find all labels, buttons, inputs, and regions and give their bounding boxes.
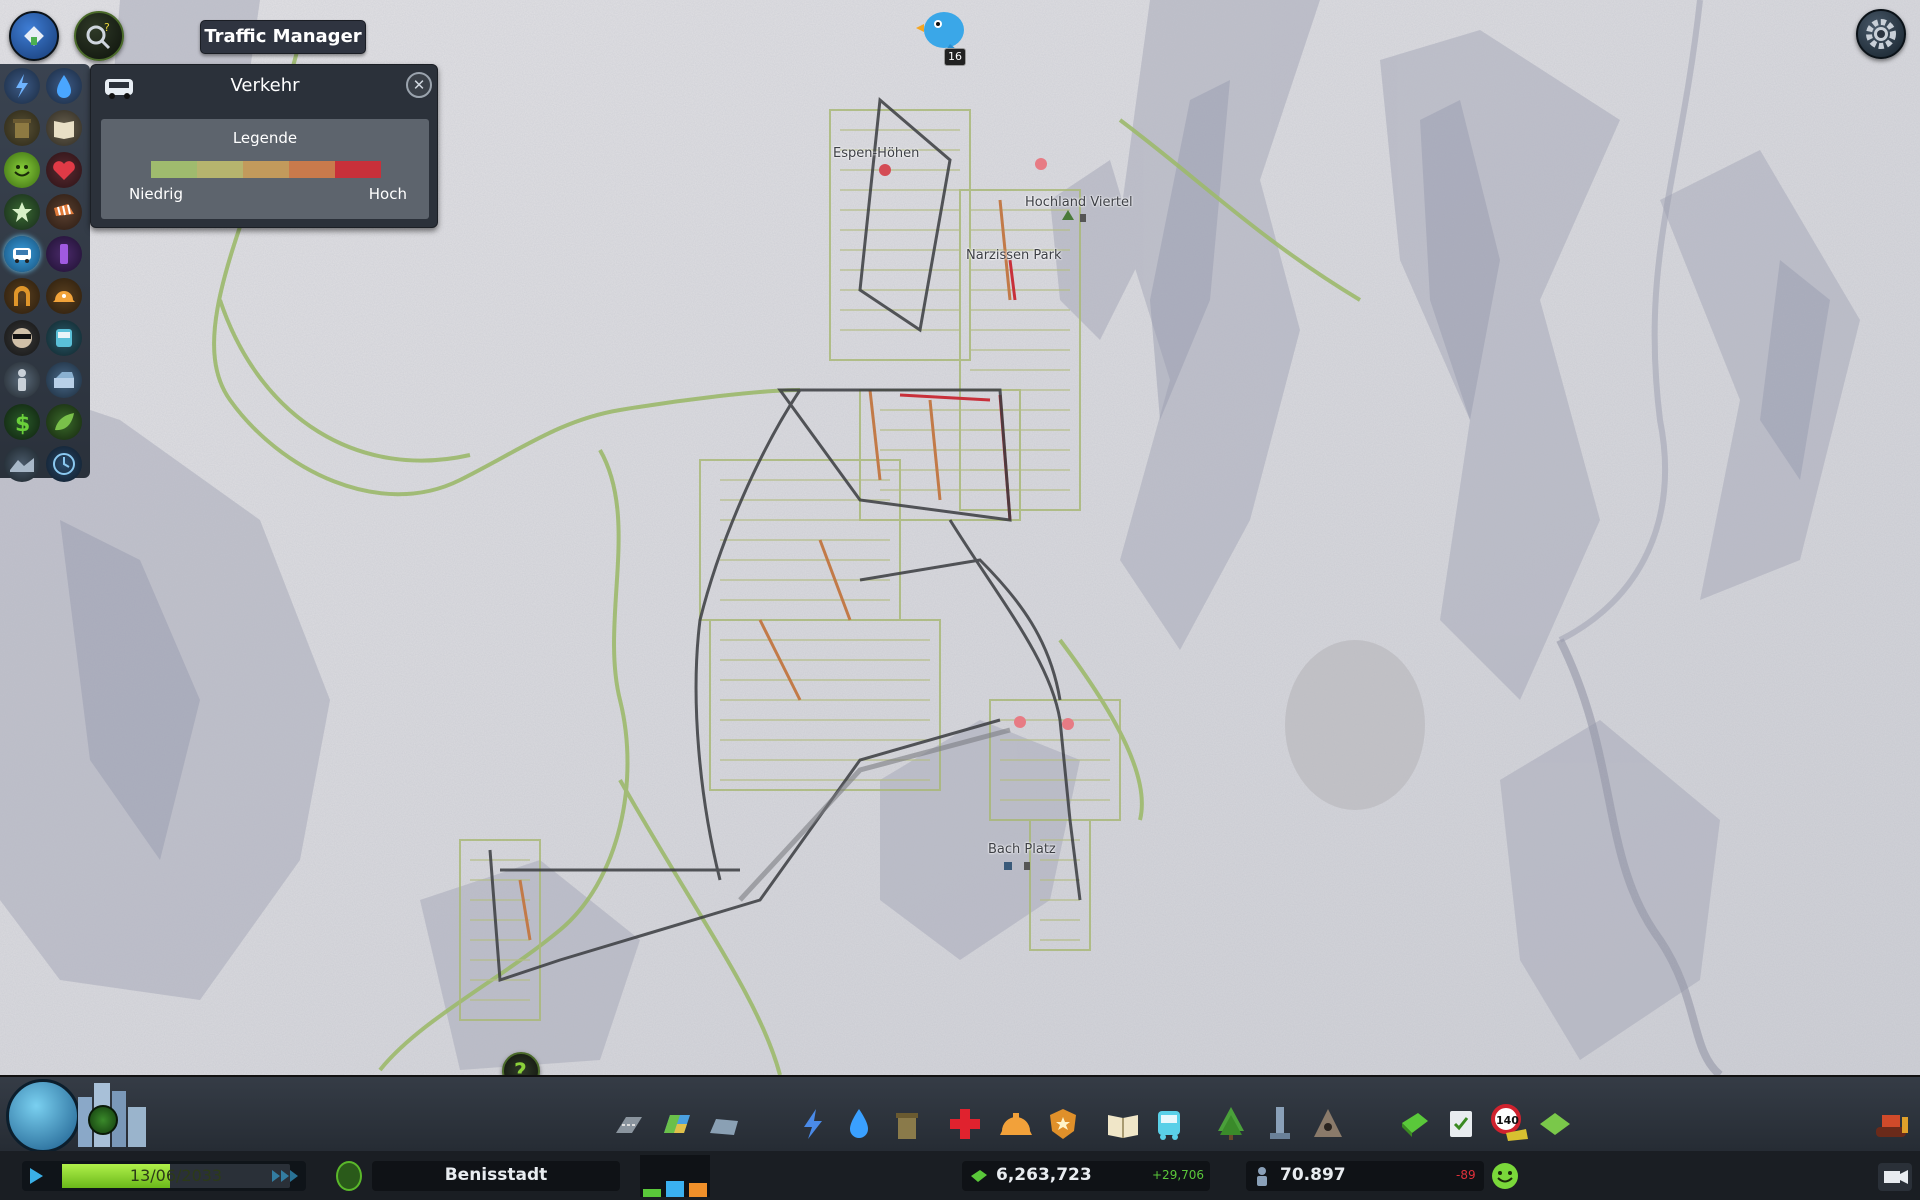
population-panel[interactable]: 70.897 -89: [1246, 1161, 1484, 1191]
date-display: 13/06/2033: [129, 1166, 223, 1185]
traffic-gradient-bar: [151, 161, 381, 178]
money-income: +29,706: [1152, 1168, 1205, 1182]
chirper-count-badge: 16: [944, 48, 966, 66]
svg-text:?: ?: [514, 1060, 527, 1075]
city-name-field[interactable]: Benisstadt: [372, 1161, 620, 1191]
legend-swatch: [335, 161, 381, 178]
crime-icon[interactable]: [4, 320, 40, 356]
garbage-icon[interactable]: [892, 1107, 922, 1141]
legend-high-label: Hoch: [368, 185, 407, 203]
legend-swatch: [197, 161, 243, 178]
traffic-infoview-panel: Verkehr ✕ Legende Niedrig Hoch: [90, 64, 438, 228]
skyline-icon: [70, 1077, 170, 1151]
pollution-icon[interactable]: [46, 236, 82, 272]
legend-low-label: Niedrig: [129, 185, 183, 203]
money-icon[interactable]: $: [4, 404, 40, 440]
roads-icon[interactable]: [612, 1113, 646, 1137]
healthcare-icon[interactable]: [948, 1107, 982, 1141]
play-icon[interactable]: [30, 1168, 43, 1184]
city-name: Benisstadt: [444, 1165, 548, 1185]
education-icon[interactable]: [1106, 1111, 1140, 1139]
bottom-bar: 140 13/06/2033 Benisstadt 6,263,723 +29,…: [0, 1075, 1920, 1200]
chirper-icon[interactable]: 16: [916, 4, 976, 66]
population-icon[interactable]: [4, 362, 40, 398]
electricity-icon[interactable]: [798, 1107, 828, 1141]
close-icon[interactable]: ✕: [406, 72, 432, 98]
noise-icon[interactable]: [46, 194, 82, 230]
svg-text:140: 140: [1496, 1114, 1519, 1127]
public-transport-icon[interactable]: [46, 320, 82, 356]
district-label-bach: Bach Platz: [988, 842, 1056, 857]
legend-swatch: [151, 161, 197, 178]
economy-icon[interactable]: [1398, 1107, 1432, 1141]
date-progress: 13/06/2033: [62, 1164, 290, 1188]
legend-box: Legende Niedrig Hoch: [101, 119, 429, 219]
panel-title: Verkehr: [230, 75, 300, 96]
population-icon: [1254, 1166, 1270, 1186]
infoviews-menu-icon[interactable]: [9, 11, 59, 61]
health-icon[interactable]: [46, 152, 82, 188]
fire-department-icon[interactable]: [998, 1109, 1034, 1139]
area-icon[interactable]: [1538, 1109, 1572, 1139]
traffic-icon[interactable]: [4, 236, 40, 272]
population-count: 70.897: [1280, 1165, 1346, 1185]
speed-icon[interactable]: [270, 1168, 300, 1184]
help-icon[interactable]: ?: [502, 1052, 540, 1075]
monuments-icon[interactable]: [1264, 1105, 1296, 1141]
build-toolstrip: 140: [0, 1077, 1920, 1153]
electricity-icon[interactable]: [4, 68, 40, 104]
terrain-icon[interactable]: [4, 446, 40, 482]
city-overview-icon[interactable]: [6, 1079, 80, 1153]
traffic-manager-button[interactable]: Traffic Manager: [200, 20, 366, 54]
population-change: -89: [1456, 1168, 1476, 1182]
status-strip: 13/06/2033 Benisstadt 6,263,723 +29,706: [0, 1151, 1920, 1200]
education-icon[interactable]: [46, 110, 82, 146]
svg-text:$: $: [15, 412, 30, 437]
water-icon[interactable]: [846, 1107, 872, 1141]
district-label-hochland: Hochland Viertel: [1025, 195, 1133, 210]
zoning-icon[interactable]: [660, 1111, 694, 1137]
wonders-icon[interactable]: [1312, 1105, 1344, 1141]
wind-icon[interactable]: [46, 362, 82, 398]
bulldozer-icon[interactable]: [1872, 1107, 1910, 1141]
beautification-icon[interactable]: [1214, 1105, 1248, 1141]
district-label-espen: Espen-Höhen: [833, 146, 920, 161]
legend-swatch: [289, 161, 335, 178]
water-icon[interactable]: [46, 68, 82, 104]
money-balance: 6,263,723: [996, 1165, 1092, 1185]
legend-title: Legende: [232, 129, 298, 147]
policies-icon[interactable]: [1446, 1107, 1476, 1141]
police-icon[interactable]: [1048, 1107, 1078, 1141]
milestones-icon[interactable]: [88, 1105, 118, 1135]
fire-safety-icon[interactable]: [46, 278, 82, 314]
settings-gear-icon[interactable]: [1856, 9, 1906, 59]
happiness-icon[interactable]: [1490, 1161, 1520, 1191]
rci-demand-meter: [640, 1155, 710, 1197]
time-control: 13/06/2033: [22, 1161, 306, 1191]
fire-icon[interactable]: [4, 278, 40, 314]
money-panel[interactable]: 6,263,723 +29,706: [962, 1161, 1210, 1191]
garbage-icon[interactable]: [4, 110, 40, 146]
commercial-demand-bar: [666, 1181, 684, 1197]
infoview-toolbar: $: [0, 64, 90, 482]
landvalue-icon[interactable]: [4, 194, 40, 230]
natural-resources-icon[interactable]: [46, 404, 82, 440]
residential-demand-bar: [643, 1189, 661, 1197]
speed-limit-icon[interactable]: 140: [1490, 1103, 1530, 1143]
happiness-icon[interactable]: [4, 152, 40, 188]
legend-swatch: [243, 161, 289, 178]
money-icon: [970, 1167, 988, 1185]
time-icon[interactable]: [46, 446, 82, 482]
public-transport-icon[interactable]: [1154, 1107, 1184, 1141]
svg-text:?: ?: [104, 21, 110, 34]
district-label-narzissen: Narzissen Park: [966, 248, 1062, 263]
unlock-search-icon[interactable]: ?: [74, 11, 124, 61]
camera-icon[interactable]: [1878, 1163, 1912, 1191]
districts-icon[interactable]: [708, 1115, 742, 1137]
industrial-demand-bar: [689, 1183, 707, 1197]
city-info-icon[interactable]: [336, 1161, 362, 1191]
